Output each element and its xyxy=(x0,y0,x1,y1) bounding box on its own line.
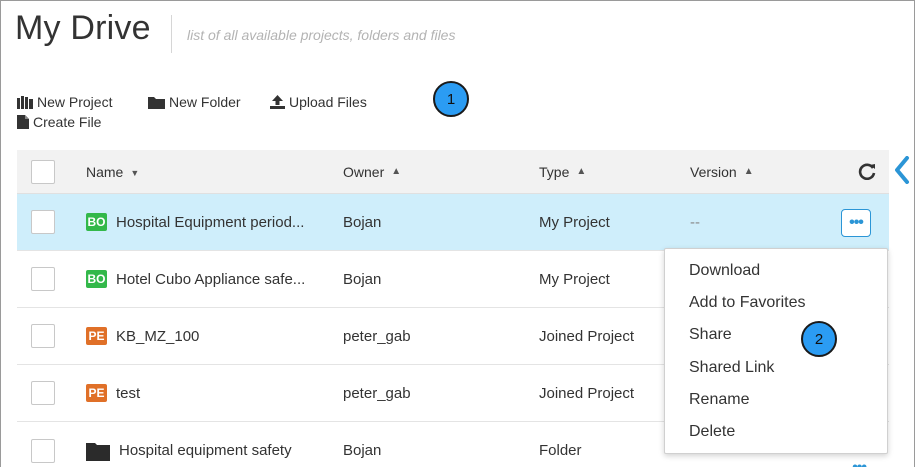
row-name[interactable]: test xyxy=(116,385,140,402)
new-project-label: New Project xyxy=(37,94,113,110)
sort-icon: ▲︎ xyxy=(391,166,402,177)
column-header-owner[interactable]: Owner ▲︎ xyxy=(343,150,401,193)
folder-icon xyxy=(86,442,110,461)
menu-item-download[interactable]: Download xyxy=(689,262,760,280)
project-badge: BO xyxy=(86,213,107,231)
project-badge: PE xyxy=(86,327,107,345)
new-folder-button[interactable]: New Folder xyxy=(148,94,241,110)
row-checkbox[interactable] xyxy=(31,324,55,348)
refresh-icon[interactable] xyxy=(857,162,877,180)
new-project-icon xyxy=(17,95,33,109)
row-version: -- xyxy=(690,213,700,231)
row-checkbox[interactable] xyxy=(31,210,55,234)
row-owner: Bojan xyxy=(343,270,382,288)
row-type: My Project xyxy=(539,270,610,288)
row-type: My Project xyxy=(539,213,610,231)
row-type: Joined Project xyxy=(539,384,635,402)
column-header-type[interactable]: Type ▲︎ xyxy=(539,150,586,193)
column-name-label: Name xyxy=(86,163,124,180)
more-actions-button[interactable]: ••• xyxy=(852,459,867,467)
row-owner: peter_gab xyxy=(343,384,411,402)
row-context-menu: Download Add to Favorites Share Shared L… xyxy=(664,248,888,454)
project-badge: BO xyxy=(86,270,107,288)
column-type-label: Type xyxy=(539,163,570,180)
row-owner: Bojan xyxy=(343,442,382,459)
column-owner-label: Owner xyxy=(343,163,385,180)
project-badge: PE xyxy=(86,384,107,402)
callout-2: 2 xyxy=(801,321,837,357)
row-checkbox[interactable] xyxy=(31,267,55,291)
select-all-checkbox[interactable] xyxy=(31,159,55,184)
row-type: Joined Project xyxy=(539,327,635,345)
sort-icon: ▲︎ xyxy=(743,166,754,177)
page-title: My Drive xyxy=(15,9,151,47)
row-checkbox[interactable] xyxy=(31,381,55,405)
folder-icon xyxy=(148,96,165,109)
column-header-name[interactable]: Name ▼ xyxy=(86,150,139,193)
row-name[interactable]: Hospital Equipment period... xyxy=(116,214,304,231)
more-actions-button[interactable]: ••• xyxy=(841,209,871,237)
menu-item-delete[interactable]: Delete xyxy=(689,423,735,441)
row-name[interactable]: Hotel Cubo Appliance safe... xyxy=(116,271,305,288)
upload-icon xyxy=(270,95,285,109)
upload-files-button[interactable]: Upload Files xyxy=(270,94,367,110)
sort-desc-icon: ▼ xyxy=(130,168,140,178)
menu-item-rename[interactable]: Rename xyxy=(689,391,749,409)
callout-1: 1 xyxy=(433,81,469,117)
title-divider xyxy=(171,15,172,53)
row-checkbox[interactable] xyxy=(31,438,55,463)
menu-item-share[interactable]: Share xyxy=(689,326,732,344)
table-row[interactable]: BO Hospital Equipment period... Bojan My… xyxy=(17,194,889,251)
column-version-label: Version xyxy=(690,163,737,180)
column-header-version[interactable]: Version ▲︎ xyxy=(690,150,754,193)
row-name[interactable]: KB_MZ_100 xyxy=(116,328,199,345)
create-file-button[interactable]: Create File xyxy=(17,114,101,130)
collapse-panel-icon[interactable] xyxy=(894,156,910,184)
menu-item-shared-link[interactable]: Shared Link xyxy=(689,359,774,377)
upload-files-label: Upload Files xyxy=(289,94,367,110)
app-frame: My Drive list of all available projects,… xyxy=(0,0,915,467)
row-owner: peter_gab xyxy=(343,327,411,345)
table-header: Name ▼ Owner ▲︎ Type ▲︎ Version ▲︎ xyxy=(17,150,889,194)
row-type: Folder xyxy=(539,442,582,459)
sort-icon: ▲︎ xyxy=(576,166,587,177)
row-owner: Bojan xyxy=(343,213,382,231)
row-name[interactable]: Hospital equipment safety xyxy=(119,442,292,459)
new-project-button[interactable]: New Project xyxy=(17,94,112,110)
menu-item-add-to-favorites[interactable]: Add to Favorites xyxy=(689,294,806,312)
create-file-label: Create File xyxy=(33,114,102,130)
file-icon xyxy=(17,115,29,129)
page-subtitle: list of all available projects, folders … xyxy=(187,27,456,43)
new-folder-label: New Folder xyxy=(169,94,241,110)
